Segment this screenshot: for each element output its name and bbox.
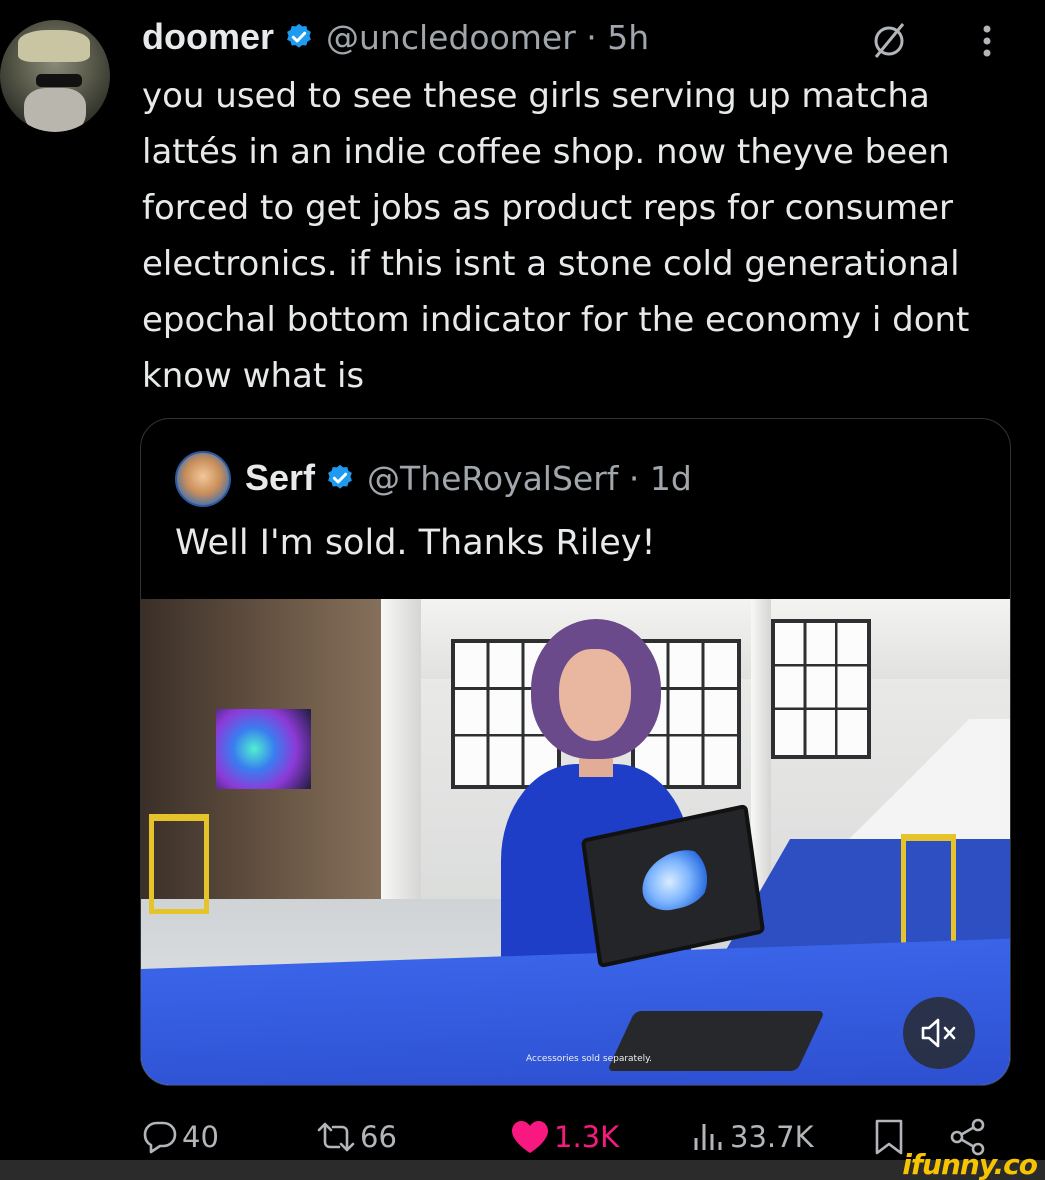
tweet-actions: 40 66 1.3K 33.7K: [0, 1112, 1045, 1162]
repost-count: 66: [360, 1120, 397, 1154]
tweet-header: doomer @uncledoomer · 5h: [142, 14, 649, 60]
grok-icon[interactable]: [870, 20, 910, 60]
quote-author-handle: @TheRoyalSerf · 1d: [367, 458, 692, 498]
video-chair: [149, 814, 209, 914]
verified-badge-icon: [287, 23, 311, 48]
view-count: 33.7K: [730, 1120, 814, 1154]
quote-video[interactable]: Accessories sold separately.: [141, 599, 1010, 1085]
verified-badge-icon: [328, 464, 352, 489]
like-icon: [512, 1121, 548, 1153]
video-pillar: [381, 599, 421, 929]
bookmark-icon: [875, 1119, 903, 1155]
avatar-beard: [24, 88, 86, 132]
author-name[interactable]: doomer: [142, 16, 274, 58]
quote-text: Well I'm sold. Thanks Riley!: [175, 523, 656, 563]
video-caption: Accessories sold separately.: [526, 1054, 653, 1064]
more-icon[interactable]: [975, 22, 999, 60]
repost-icon: [317, 1122, 355, 1152]
ifunny-watermark: ifunny.co: [902, 1148, 1038, 1180]
like-button[interactable]: 1.3K: [510, 1112, 619, 1162]
like-count: 1.3K: [554, 1120, 620, 1154]
reply-button[interactable]: 40: [142, 1112, 219, 1162]
avatar-glasses: [36, 74, 82, 87]
quoted-tweet[interactable]: Serf @TheRoyalSerf · 1d Well I'm sold. T…: [140, 418, 1011, 1086]
quote-header: Serf @TheRoyalSerf · 1d: [245, 455, 692, 501]
reply-icon: [143, 1121, 177, 1154]
quote-author-avatar: [175, 451, 231, 507]
quote-author-name: Serf: [245, 457, 316, 498]
views-button[interactable]: 33.7K: [690, 1112, 814, 1162]
author-avatar[interactable]: [0, 20, 110, 132]
views-icon: [694, 1124, 722, 1150]
bottom-bar: [0, 1160, 1045, 1180]
mute-button[interactable]: [903, 997, 975, 1069]
tweet-text: you used to see these girls serving up m…: [142, 76, 970, 396]
laptop-wallpaper: [638, 845, 715, 916]
repost-button[interactable]: 66: [316, 1112, 397, 1162]
video-chair: [901, 834, 956, 954]
reply-count: 40: [182, 1120, 219, 1154]
avatar-hat: [18, 30, 90, 62]
video-screen-glow: [216, 709, 311, 789]
mute-icon: [921, 1018, 956, 1048]
presenter-face: [559, 649, 631, 741]
author-handle[interactable]: @uncledoomer · 5h: [326, 18, 649, 57]
